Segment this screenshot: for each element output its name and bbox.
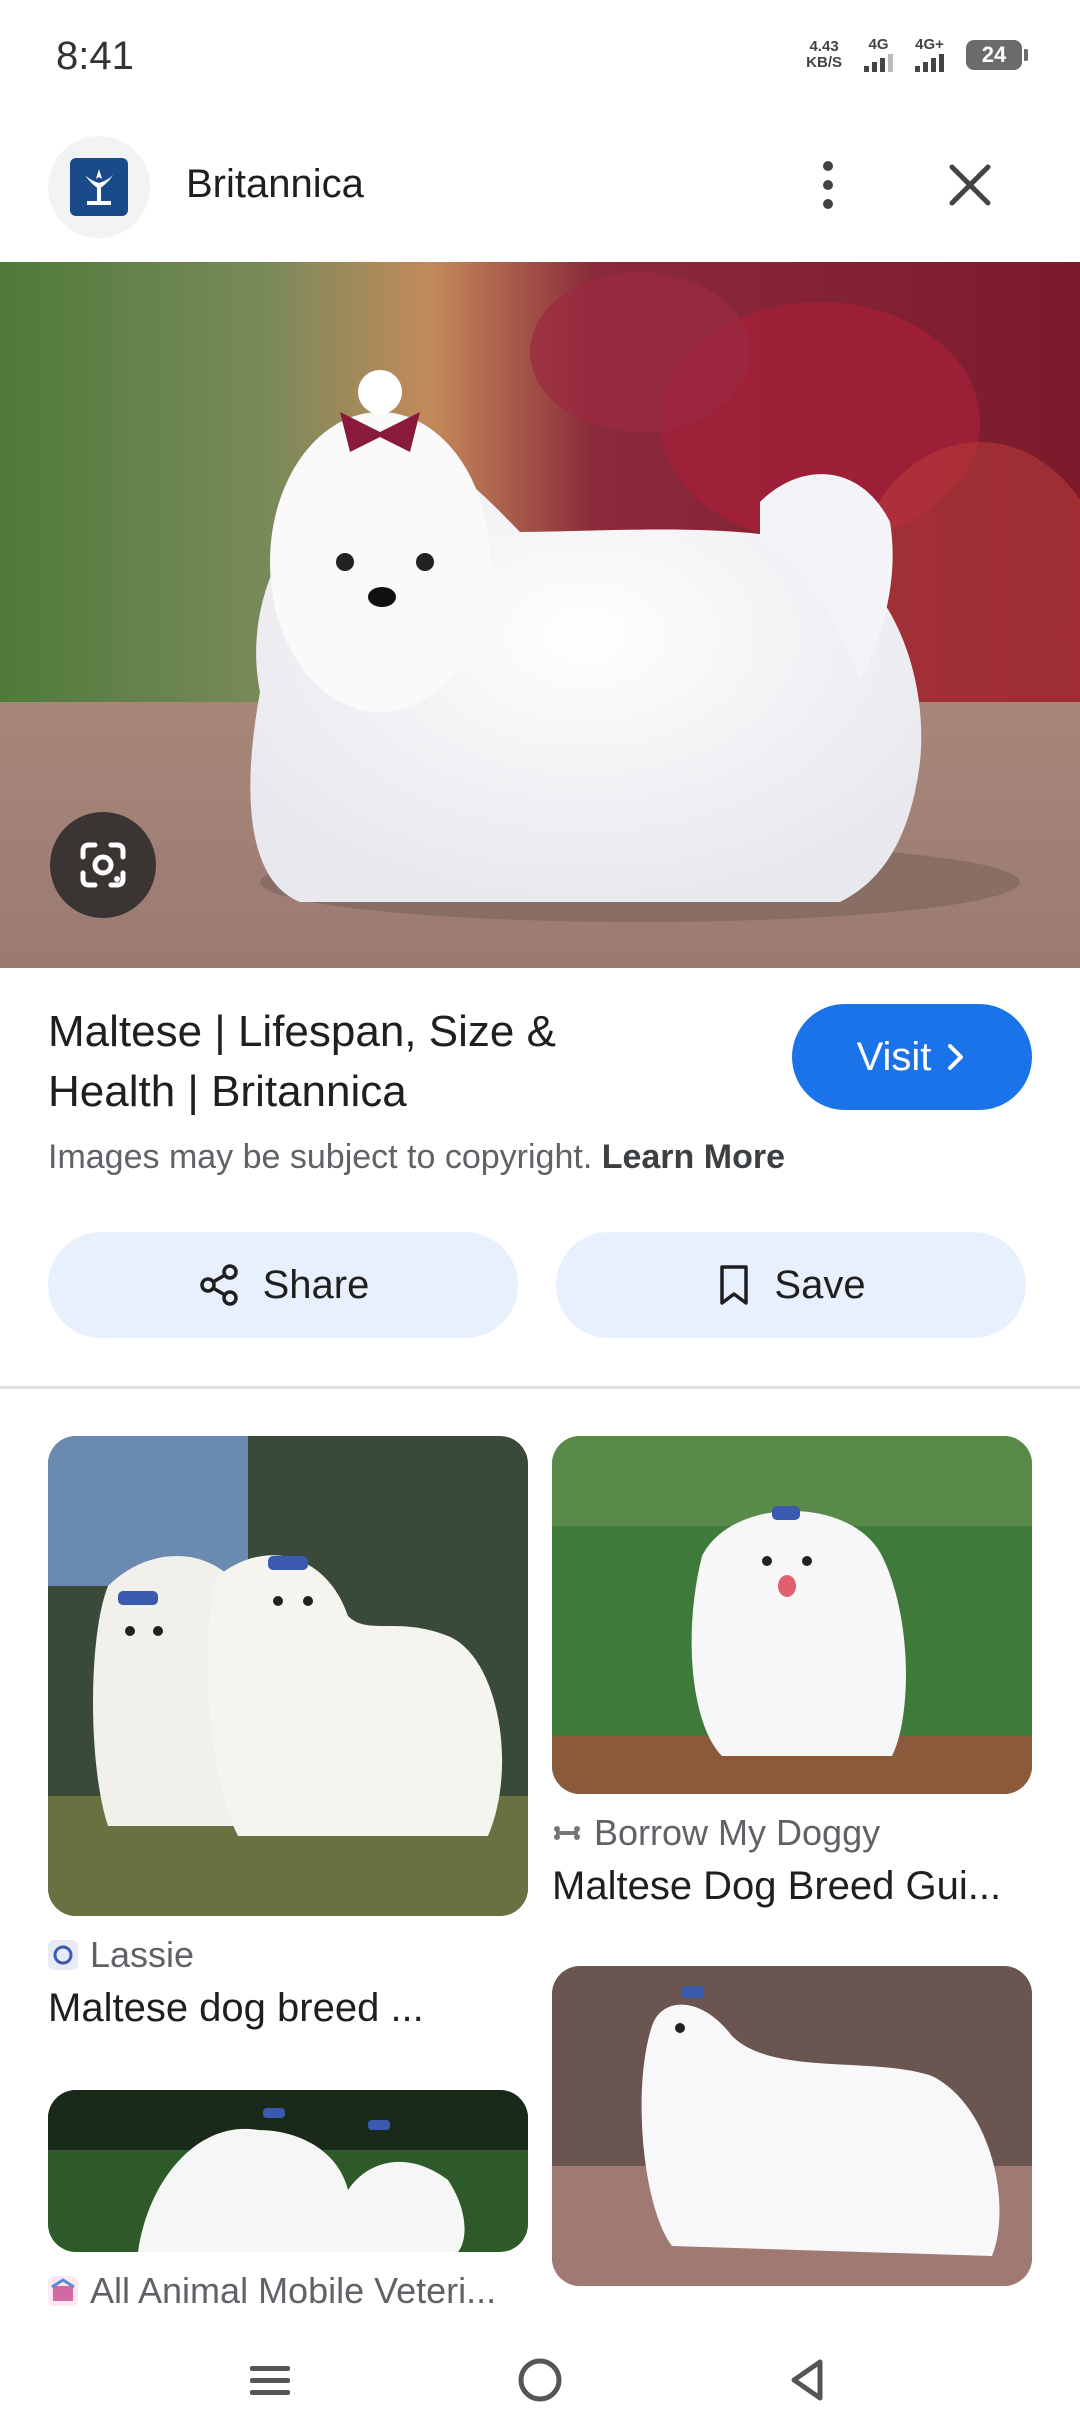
related-source-label: All Animal Mobile Veteri... (90, 2270, 497, 2311)
lassie-favicon-icon (48, 1940, 78, 1970)
related-source-label: Lassie (90, 1934, 195, 1975)
site-name[interactable]: Britannica (186, 162, 364, 207)
main-image[interactable] (0, 262, 1080, 968)
visit-label: Visit (856, 1034, 932, 1079)
copyright-text: Images may be subject to copyright. (48, 1138, 593, 1176)
related-image[interactable] (552, 1436, 1032, 1794)
related-source: Borrow My Doggy (552, 1812, 1032, 1854)
system-nav-bar (0, 2324, 1080, 2436)
clinic-favicon-icon (48, 2276, 78, 2306)
related-card[interactable] (552, 1966, 1032, 2286)
save-button[interactable]: Save (556, 1232, 1026, 1338)
related-source: Lassie (48, 1934, 528, 1976)
close-icon[interactable] (940, 150, 1000, 220)
google-lens-icon[interactable] (50, 812, 156, 918)
save-label: Save (774, 1262, 866, 1307)
battery-icon: 24 (966, 40, 1028, 70)
related-source: All Animal Mobile Veteri... (48, 2270, 528, 2312)
bookmark-icon (720, 1265, 749, 1305)
divider (0, 1386, 1080, 1389)
more-options-icon[interactable] (800, 150, 856, 220)
related-image[interactable] (48, 2090, 528, 2252)
related-card[interactable]: Lassie Maltese dog breed ... (48, 1436, 528, 2031)
share-icon (199, 1264, 238, 1306)
share-label: Share (262, 1262, 370, 1307)
related-card[interactable]: Borrow My Doggy Maltese Dog Breed Gui... (552, 1436, 1032, 1909)
signal-label-2: 4G+ (915, 36, 944, 53)
network-speed-value: 4.43 (809, 38, 839, 55)
viewer-header: Britannica (0, 130, 1080, 240)
chevron-right-icon (948, 1044, 964, 1070)
britannica-logo-icon[interactable] (48, 136, 150, 238)
menu-nav-icon[interactable] (250, 2366, 290, 2395)
share-button[interactable]: Share (48, 1232, 518, 1338)
network-speed-unit: KB/S (806, 54, 842, 71)
network-speed: 4.43 KB/S (806, 39, 842, 71)
result-title[interactable]: Maltese | Lifespan, Size & Health | Brit… (48, 1002, 648, 1122)
related-title[interactable]: Maltese dog breed ... (48, 1986, 528, 2031)
dog-bone-favicon-icon (552, 1818, 582, 1848)
related-image[interactable] (552, 1966, 1032, 2286)
status-icons: 4.43 KB/S 4G 4G+ 24 (806, 36, 1028, 72)
signal-icon: 4G (864, 36, 893, 72)
home-nav-icon[interactable] (518, 2358, 562, 2402)
copyright-notice: Images may be subject to copyright. Lear… (48, 1138, 785, 1177)
back-nav-icon[interactable] (791, 2359, 823, 2401)
related-card[interactable]: All Animal Mobile Veteri... (48, 2090, 528, 2312)
signal-label: 4G (868, 36, 889, 53)
related-source-label: Borrow My Doggy (594, 1812, 881, 1853)
related-image[interactable] (48, 1436, 528, 1916)
related-title[interactable]: Maltese Dog Breed Gui... (552, 1864, 1032, 1909)
learn-more-link[interactable]: Learn More (602, 1138, 785, 1176)
signal-icon-2: 4G+ (915, 36, 944, 72)
status-bar: 8:41 4.43 KB/S 4G 4G+ 24 (0, 0, 1080, 110)
clock: 8:41 (56, 34, 134, 78)
visit-button[interactable]: Visit (792, 1004, 1032, 1110)
